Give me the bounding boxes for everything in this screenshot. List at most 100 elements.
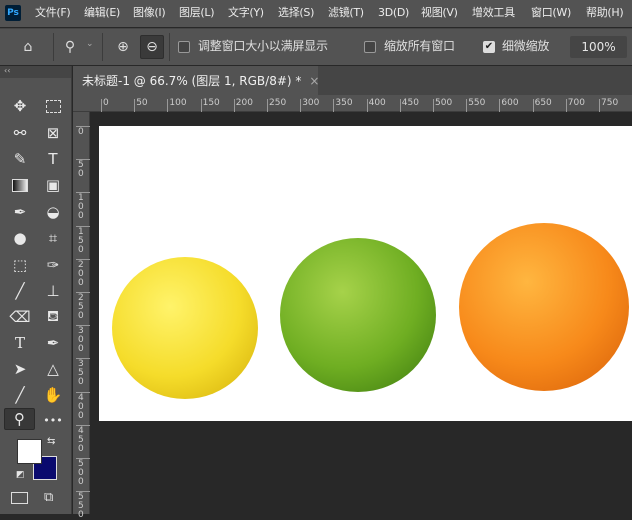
menu-layer[interactable]: 图层(L): [179, 6, 215, 20]
zoom-in-icon[interactable]: ⊕: [111, 35, 135, 59]
eyedropper-tool-icon[interactable]: ✒: [8, 201, 32, 223]
ruler-label: 600: [501, 98, 519, 108]
ruler-label: 50: [78, 160, 84, 180]
ruler-label: 100: [169, 98, 187, 108]
zoom-out-icon[interactable]: ⊖: [140, 35, 164, 59]
ruler-label: 500: [435, 98, 453, 108]
quick-selection-icon[interactable]: ✎: [8, 148, 32, 170]
frame-tool-icon[interactable]: ⊠: [41, 122, 65, 144]
collapse-toolbox-button[interactable]: ‹‹: [0, 66, 71, 78]
ruler-label: 200: [235, 98, 253, 108]
ruler-label: 550: [468, 98, 486, 108]
eraser-tool-icon[interactable]: ⌫: [8, 306, 32, 328]
ruler-label: 400: [368, 98, 386, 108]
menu-file[interactable]: 文件(F): [35, 6, 71, 20]
brush-tool-icon[interactable]: ╱: [8, 280, 32, 302]
ruler-tick: [366, 99, 368, 112]
ruler-label: 0: [78, 127, 84, 137]
menu-type[interactable]: 文字(Y): [228, 6, 264, 20]
lime: [280, 238, 436, 392]
menu-help[interactable]: 帮助(H): [586, 6, 624, 20]
shape-tool-icon[interactable]: △: [41, 358, 65, 380]
ruler-label: 200: [78, 259, 84, 288]
ruler-tick: [532, 99, 534, 112]
pen-tool-icon[interactable]: ✒: [41, 332, 65, 354]
menu-select[interactable]: 选择(S): [278, 6, 314, 20]
crop-tool-icon[interactable]: ⌗: [41, 227, 65, 249]
ruler-tick: [167, 99, 169, 112]
marquee-tool-icon[interactable]: [41, 95, 65, 117]
ruler-tick: [101, 99, 102, 112]
menu-bar: Ps 文件(F) 编辑(E) 图像(I) 图层(L) 文字(Y) 选择(S) 滤…: [0, 0, 632, 27]
ruler-label: 450: [401, 98, 419, 108]
object-selection-icon[interactable]: ⬚: [8, 254, 32, 276]
menu-3d[interactable]: 3D(D): [378, 6, 409, 20]
orange: [459, 223, 629, 391]
type-tool-icon[interactable]: T: [8, 332, 32, 354]
ruler-label: 300: [302, 98, 320, 108]
ruler-label: 750: [601, 98, 619, 108]
menu-window[interactable]: 窗口(W): [531, 6, 571, 20]
ruler-tick: [333, 99, 335, 112]
quick-mask-icon[interactable]: [11, 492, 28, 504]
horizontal-ruler[interactable]: 0 50 100 150 200 250 300 350 400 450 500 550 600 650 7…: [73, 95, 632, 112]
patch-tool-icon[interactable]: ◒: [41, 201, 65, 223]
zoom-percentage-field[interactable]: 100%: [570, 36, 627, 58]
ruler-tick: [134, 99, 136, 112]
ruler-tick: [399, 99, 401, 112]
type-mask-tool-icon[interactable]: T: [41, 148, 65, 170]
lemon: [112, 257, 258, 399]
color-sampler-icon[interactable]: ✑: [41, 254, 65, 276]
hand-tool-icon[interactable]: ✋: [41, 384, 65, 406]
chevron-down-icon[interactable]: ⌄: [86, 39, 94, 49]
line-tool-icon[interactable]: ╱: [8, 384, 32, 406]
zoom-tool-icon[interactable]: ⚲: [4, 408, 35, 430]
home-icon[interactable]: ⌂: [16, 35, 40, 59]
vertical-ruler[interactable]: 0 50 100 150 200 250 300 350 400 450 500 550: [73, 112, 90, 520]
resize-windows-checkbox[interactable]: [178, 41, 190, 53]
move-tool-icon[interactable]: ✥: [8, 95, 32, 117]
default-colors-icon[interactable]: ◩: [16, 470, 25, 480]
screen-mode-icon[interactable]: ⧉: [44, 490, 53, 505]
ruler-tick: [267, 99, 268, 112]
zoom-preset-icon[interactable]: ⚲: [58, 35, 82, 59]
paint-bucket-icon[interactable]: ⛾: [41, 306, 65, 328]
gradient-tool-icon[interactable]: [8, 174, 32, 196]
ruler-tick: [233, 99, 235, 112]
menu-edit[interactable]: 编辑(E): [84, 6, 120, 20]
menu-plugins[interactable]: 增效工具: [472, 6, 515, 20]
ruler-tick: [433, 99, 434, 112]
swap-colors-icon[interactable]: ⇆: [47, 436, 55, 447]
scrubby-zoom-checkbox[interactable]: ✔: [483, 41, 495, 53]
ruler-label: 300: [78, 326, 84, 355]
toolbox: ‹‹ ✥ ⚯ ⊠ ✎ T ▣ ✒ ◒ ● ⌗ ⬚ ✑ ╱ ⊥ ⌫ ⛾ T ✒ ➤…: [0, 66, 72, 514]
menu-image[interactable]: 图像(I): [133, 6, 166, 20]
document-tab[interactable]: 未标题-1 @ 66.7% (图层 1, RGB/8#) * ×: [73, 66, 319, 95]
document-tab-bar: 未标题-1 @ 66.7% (图层 1, RGB/8#) * ×: [73, 66, 632, 95]
ruler-label: 500: [78, 459, 84, 487]
ruler-label: 0: [103, 98, 109, 108]
foreground-color-swatch[interactable]: [17, 439, 42, 464]
ruler-label: 250: [78, 293, 84, 321]
ruler-label: 550: [78, 492, 84, 520]
ruler-label: 650: [534, 98, 552, 108]
path-selection-icon[interactable]: ➤: [8, 358, 32, 380]
more-tools-icon[interactable]: •••: [41, 409, 65, 431]
ruler-label: 350: [78, 359, 84, 388]
zoom-all-checkbox[interactable]: [364, 41, 376, 53]
canvas-image[interactable]: [99, 126, 632, 421]
ruler-tick: [499, 99, 501, 112]
clone-stamp-icon[interactable]: ⊥: [41, 280, 65, 302]
close-tab-icon[interactable]: ×: [309, 74, 319, 88]
ruler-label: 100: [78, 193, 84, 222]
ruler-tick: [565, 99, 567, 112]
content-aware-icon[interactable]: ▣: [41, 174, 65, 196]
blur-tool-icon[interactable]: ●: [8, 227, 32, 249]
ruler-label: 350: [335, 98, 353, 108]
lasso-tool-icon[interactable]: ⚯: [8, 122, 32, 144]
resize-windows-label: 调整窗口大小以满屏显示: [198, 39, 328, 53]
menu-filter[interactable]: 滤镜(T): [328, 6, 364, 20]
menu-view[interactable]: 视图(V): [421, 6, 458, 20]
ruler-label: 150: [78, 226, 84, 255]
ruler-tick: [300, 99, 302, 112]
